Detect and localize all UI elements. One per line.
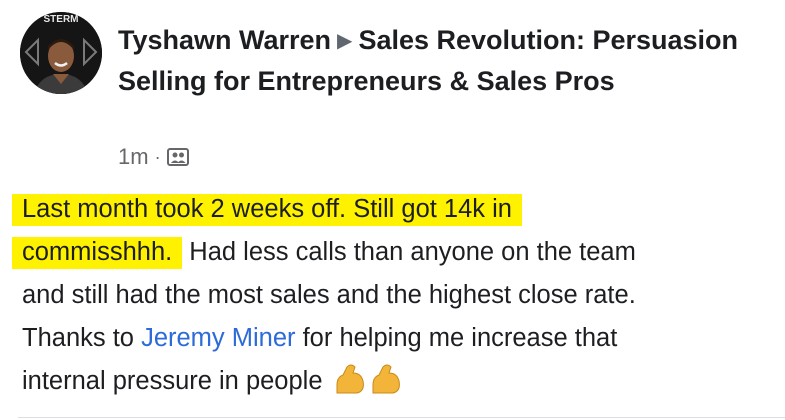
body-text-2: Had less calls than anyone on the team xyxy=(182,238,636,266)
body-text-4b: for helping me increase that xyxy=(295,324,618,352)
post-body: Last month took 2 weeks off. Still got 1… xyxy=(12,188,777,403)
post-meta: 1m · xyxy=(118,142,189,172)
flexed-biceps-icon xyxy=(333,363,405,409)
meta-separator: · xyxy=(154,146,161,167)
highlighted-text-1: Last month took 2 weeks off. Still got 1… xyxy=(12,194,522,226)
post-card: STERM Tyshawn Warren ▶ Sales Revolution: P… xyxy=(0,0,785,420)
avatar-logo-text: STERM xyxy=(44,14,79,25)
highlighted-text-2: commisshhh. xyxy=(12,237,183,269)
body-line-1: Last month took 2 weeks off. Still got 1… xyxy=(12,188,777,231)
play-arrow-icon: ▶ xyxy=(337,30,353,52)
body-line-2: commisshhh. Had less calls than anyone o… xyxy=(12,231,777,274)
body-text-5: internal pressure in people xyxy=(22,367,323,395)
author-name[interactable]: Tyshawn Warren xyxy=(118,25,331,55)
mention-link[interactable]: Jeremy Miner xyxy=(141,324,295,352)
body-line-5: internal pressure in people xyxy=(12,360,777,403)
author-avatar[interactable]: STERM xyxy=(20,12,102,94)
post-header: Tyshawn Warren ▶ Sales Revolution: Persuas… xyxy=(118,20,768,101)
group-audience-icon xyxy=(166,147,189,167)
body-text-4a: Thanks to xyxy=(22,324,142,352)
body-line-4: Thanks to Jeremy Miner for helping me in… xyxy=(12,317,777,360)
post-timestamp[interactable]: 1m xyxy=(118,144,149,170)
body-line-3: and still had the most sales and the hig… xyxy=(22,281,636,309)
post-divider xyxy=(18,417,785,418)
